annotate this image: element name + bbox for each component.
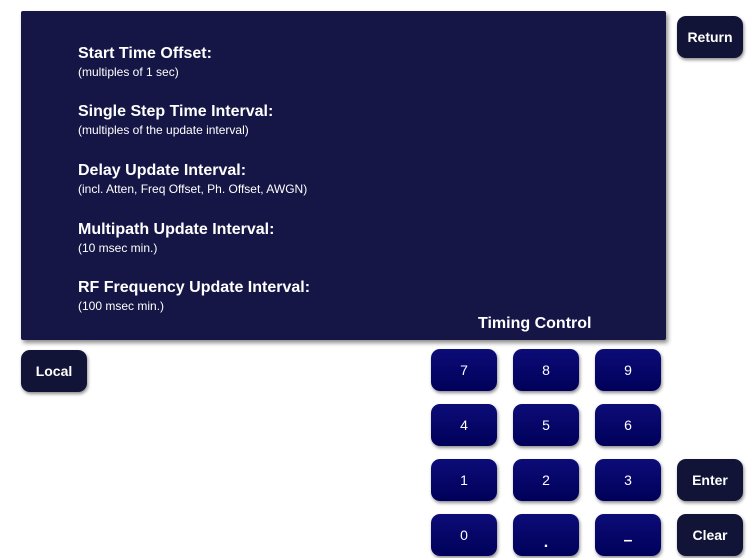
panel-title: Timing Control [478,315,592,332]
key-decimal-point[interactable]: . [513,514,579,556]
key-6[interactable]: 6 [595,404,661,446]
return-button[interactable]: Return [677,16,743,58]
key-7[interactable]: 7 [431,349,497,391]
timing-parameters-panel: Start Time Offset: (multiples of 1 sec) … [21,11,666,340]
key-8[interactable]: 8 [513,349,579,391]
key-3[interactable]: 3 [595,459,661,501]
clear-button[interactable]: Clear [677,514,743,556]
local-button[interactable]: Local [21,350,87,392]
key-2[interactable]: 2 [513,459,579,501]
param-delay-update-interval[interactable]: Delay Update Interval: (incl. Atten, Fre… [78,162,307,196]
decimal-point-label: . [543,534,549,551]
param-subtitle: (multiples of 1 sec) [78,65,179,79]
minus-label: – [623,532,633,549]
param-start-time-offset[interactable]: Start Time Offset: (multiples of 1 sec) [78,45,212,79]
param-subtitle: (10 msec min.) [78,241,158,255]
param-subtitle: (multiples of the update interval) [78,123,249,137]
param-single-step-time-interval[interactable]: Single Step Time Interval: (multiples of… [78,103,273,137]
key-4[interactable]: 4 [431,404,497,446]
key-minus[interactable]: – [595,514,661,556]
param-title: Delay Update Interval: [78,162,247,179]
key-9[interactable]: 9 [595,349,661,391]
param-multipath-update-interval[interactable]: Multipath Update Interval: (10 msec min.… [78,221,274,255]
param-subtitle: (100 msec min.) [78,299,165,313]
param-rf-frequency-update-interval[interactable]: RF Frequency Update Interval: (100 msec … [78,279,310,313]
enter-button[interactable]: Enter [677,459,743,501]
key-5[interactable]: 5 [513,404,579,446]
param-title: Single Step Time Interval: [78,103,274,120]
param-title: Start Time Offset: [78,45,212,62]
key-0[interactable]: 0 [431,514,497,556]
param-title: Multipath Update Interval: [78,221,275,238]
param-title: RF Frequency Update Interval: [78,279,311,296]
param-subtitle: (incl. Atten, Freq Offset, Ph. Offset, A… [78,182,308,196]
key-1[interactable]: 1 [431,459,497,501]
